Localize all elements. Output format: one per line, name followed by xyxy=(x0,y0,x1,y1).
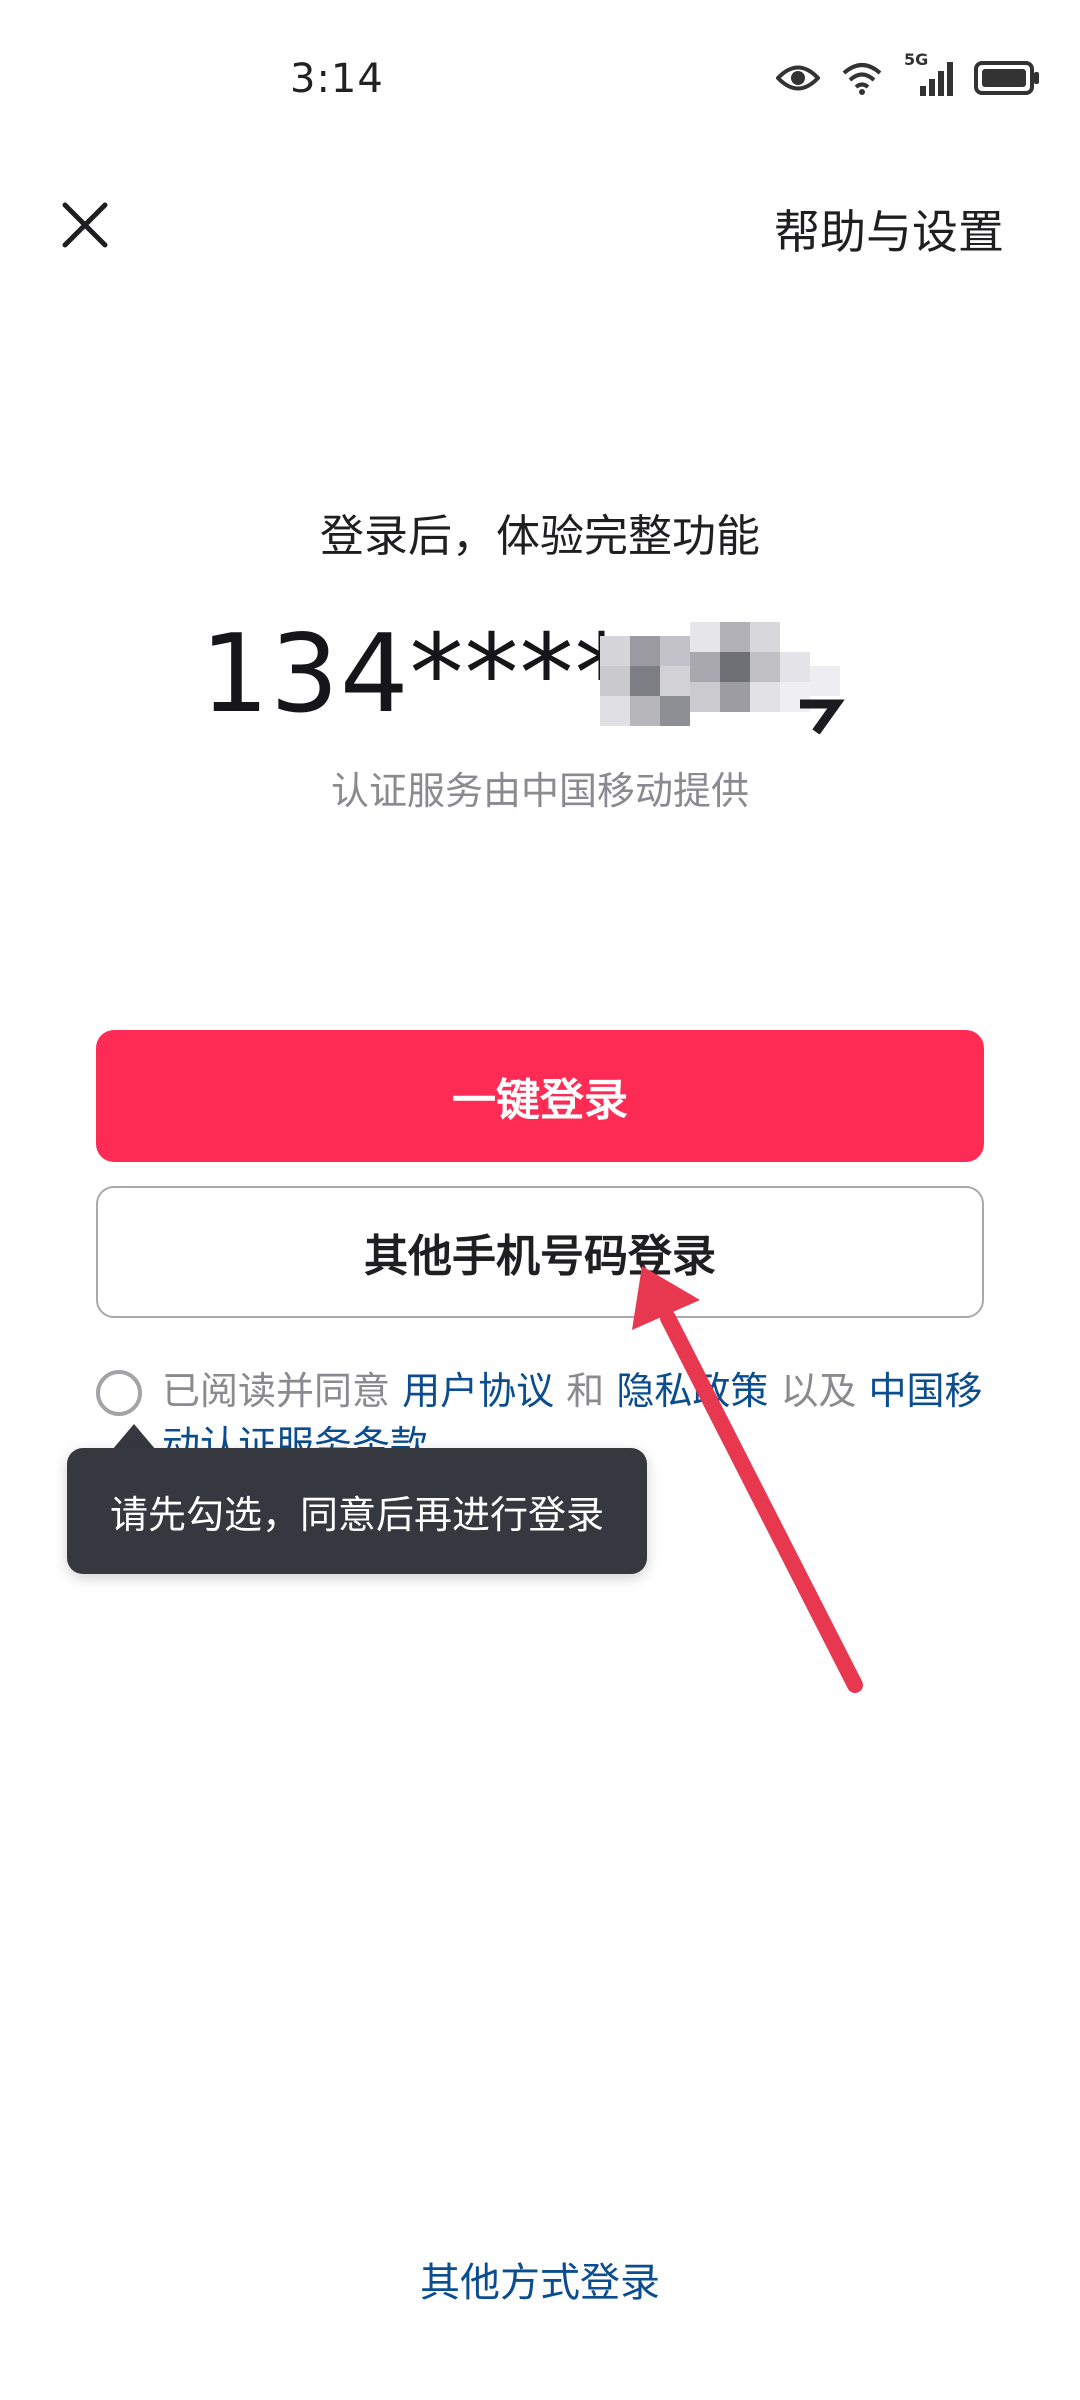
tooltip-arrow xyxy=(112,1424,156,1450)
eye-icon xyxy=(776,63,820,93)
privacy-policy-link[interactable]: 隐私政策 xyxy=(616,1369,768,1413)
network-type-label: 5G xyxy=(904,50,929,69)
agreement-checkbox[interactable] xyxy=(96,1370,142,1416)
other-phone-login-button[interactable]: 其他手机号码登录 xyxy=(96,1186,984,1318)
wifi-icon xyxy=(840,61,884,95)
user-agreement-link[interactable]: 用户协议 xyxy=(402,1369,554,1413)
agreement-and: 和 xyxy=(566,1369,605,1413)
battery-icon xyxy=(974,61,1040,95)
pixelated-digits-mosaic xyxy=(600,622,845,734)
close-button[interactable] xyxy=(50,190,120,260)
agreement-as-well-as: 以及 xyxy=(780,1369,857,1413)
phone-number-container: 134**** xyxy=(0,610,1080,740)
cellular-signal-icon: 5G xyxy=(904,50,954,96)
status-bar: 3:14 5G xyxy=(0,0,1080,160)
agreement-prefix: 已阅读并同意 xyxy=(162,1369,391,1413)
help-settings-link[interactable]: 帮助与设置 xyxy=(774,196,1004,262)
other-login-methods-link[interactable]: 其他方式登录 xyxy=(0,2250,1080,2308)
status-icons: 5G xyxy=(776,50,1040,98)
login-subtitle: 登录后，体验完整功能 xyxy=(320,511,760,562)
agreement-tooltip: 请先勾选，同意后再进行登录 xyxy=(67,1448,647,1574)
auth-provider-text: 认证服务由中国移动提供 xyxy=(330,769,749,813)
close-icon xyxy=(62,202,108,248)
masked-phone-number: 134**** xyxy=(200,612,630,737)
status-time: 3:14 xyxy=(290,56,384,102)
one-click-login-button[interactable]: 一键登录 xyxy=(96,1030,984,1162)
